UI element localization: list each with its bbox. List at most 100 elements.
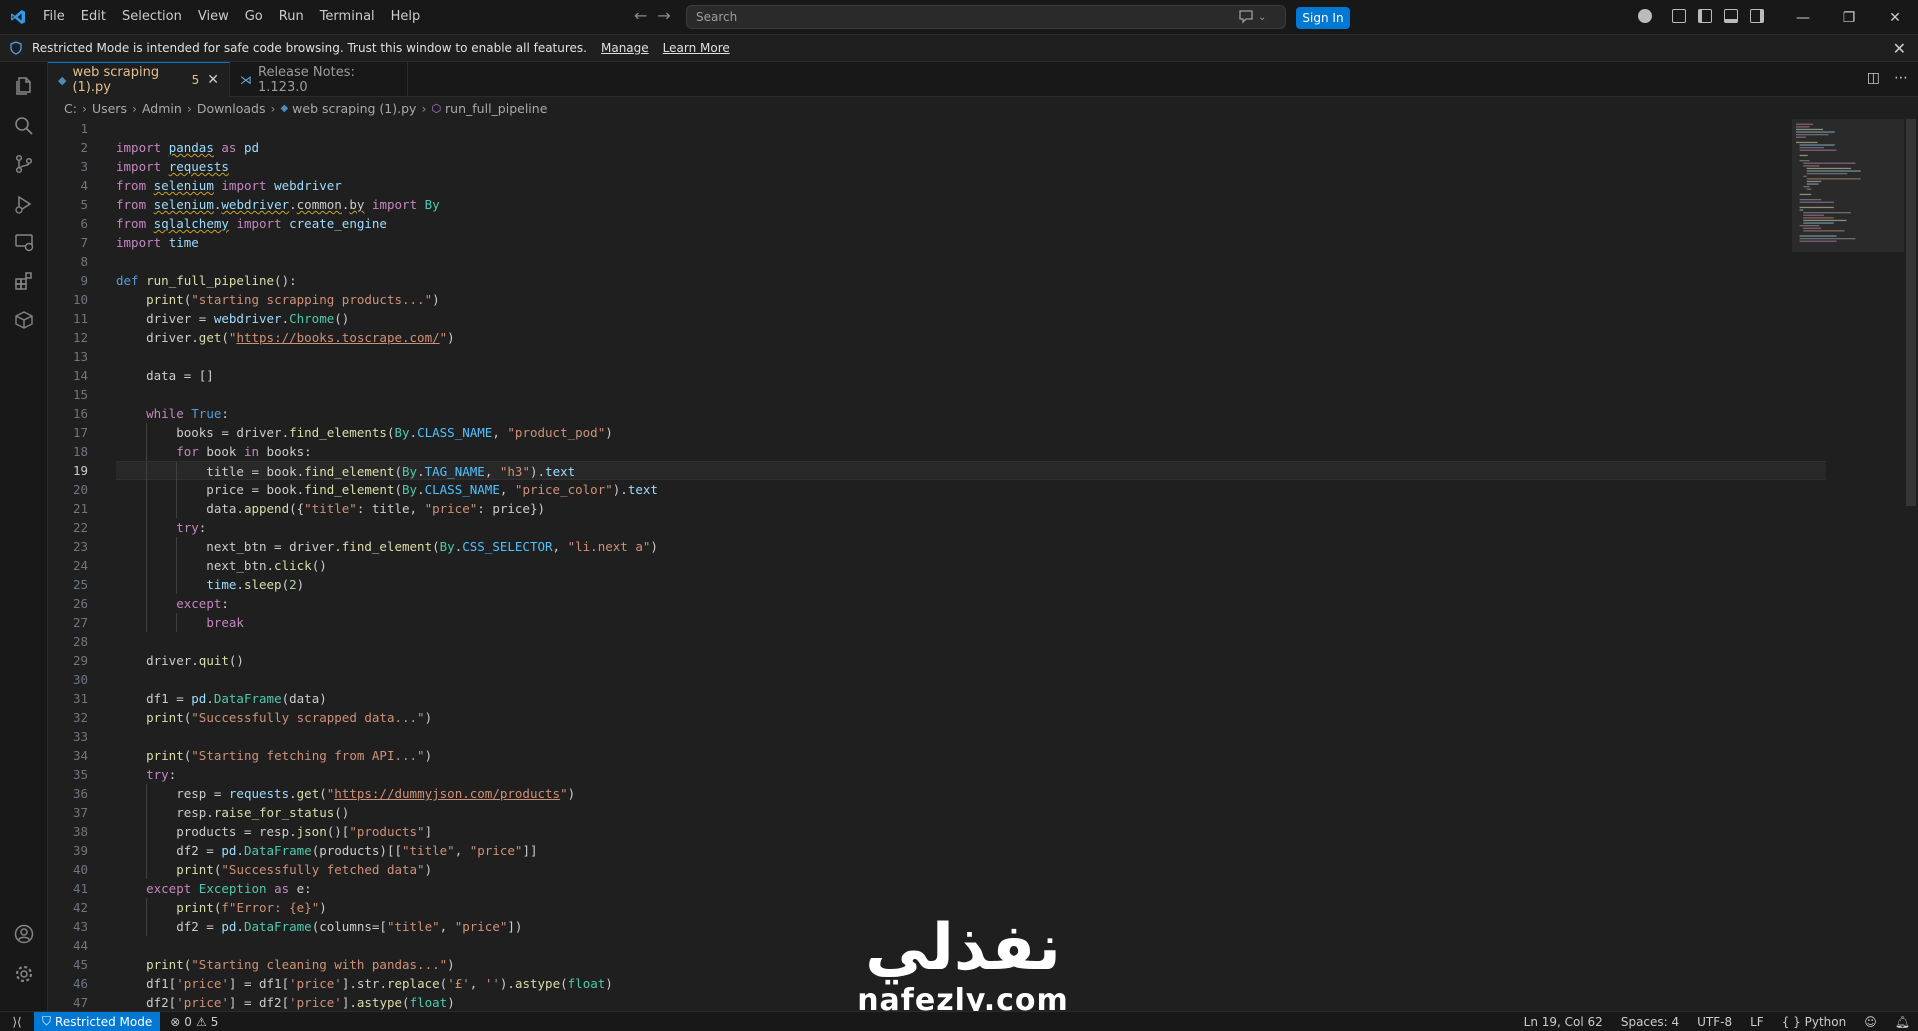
breadcrumb-item[interactable]: Downloads — [197, 101, 266, 116]
code-line[interactable]: print("Starting fetching from API...") — [116, 746, 1826, 765]
close-tab-icon[interactable]: ✕ — [207, 72, 219, 88]
menu-run[interactable]: Run — [271, 5, 312, 29]
code-line[interactable]: driver.get("https://books.toscrape.com/"… — [116, 328, 1826, 347]
code-line[interactable]: def run_full_pipeline(): — [116, 271, 1826, 290]
more-actions-icon[interactable]: ⋯ — [1894, 70, 1908, 86]
sign-in-button[interactable]: Sign In — [1296, 7, 1350, 29]
source-control-icon[interactable] — [10, 150, 38, 178]
containers-icon[interactable] — [10, 306, 38, 334]
code-line[interactable]: next_btn = driver.find_element(By.CSS_SE… — [116, 537, 1826, 556]
code-line[interactable]: import requests — [116, 157, 1826, 176]
code-line[interactable]: print("Successfully scrapped data...") — [116, 708, 1826, 727]
learn-more-link[interactable]: Learn More — [663, 41, 730, 55]
breadcrumb-item[interactable]: Admin — [142, 101, 182, 116]
code-line[interactable]: data.append({"title": title, "price": pr… — [116, 499, 1826, 518]
code-line[interactable] — [116, 385, 1826, 404]
minimize-icon[interactable]: — — [1780, 0, 1826, 35]
close-window-icon[interactable]: ✕ — [1872, 0, 1918, 35]
breadcrumb-item[interactable]: web scraping (1).py — [292, 101, 416, 116]
code-line[interactable]: from selenium import webdriver — [116, 176, 1826, 195]
code-editor[interactable]: 1 2 3 4 5 6 7 8 9 10 11 12 13 14 15 16 17 18 19 20 21 22 23 24 2… — [48, 119, 1918, 1011]
copilot-status-icon[interactable]: ☺ — [1864, 1015, 1877, 1029]
notifications-bell-icon[interactable]: 🔔︎ — [1895, 1015, 1910, 1029]
code-line[interactable]: time.sleep(2) — [116, 575, 1826, 594]
end-of-line[interactable]: LF — [1750, 1015, 1764, 1029]
accounts-icon[interactable] — [10, 920, 38, 948]
code-line[interactable]: data = [] — [116, 366, 1826, 385]
code-line[interactable]: from sqlalchemy import create_engine — [116, 214, 1826, 233]
code-line[interactable]: while True: — [116, 404, 1826, 423]
code-line[interactable]: resp = requests.get("https://dummyjson.c… — [116, 784, 1826, 803]
code-line[interactable]: price = book.find_element(By.CLASS_NAME,… — [116, 480, 1826, 499]
scrollbar-thumb[interactable] — [1906, 119, 1916, 506]
breadcrumb-item[interactable]: Users — [92, 101, 127, 116]
code-line[interactable]: driver = webdriver.Chrome() — [116, 309, 1826, 328]
toggle-panel-icon[interactable] — [1724, 9, 1738, 23]
toggle-secondary-sidebar-icon[interactable] — [1750, 9, 1764, 23]
code-line[interactable]: products = resp.json()["products"] — [116, 822, 1826, 841]
menu-selection[interactable]: Selection — [114, 5, 190, 29]
code-line[interactable]: try: — [116, 765, 1826, 784]
remote-explorer-icon[interactable] — [10, 228, 38, 256]
code-line[interactable]: try: — [116, 518, 1826, 537]
code-line[interactable]: for book in books: — [116, 442, 1826, 461]
menu-go[interactable]: Go — [237, 5, 271, 29]
manage-link[interactable]: Manage — [601, 41, 649, 55]
breadcrumb-item[interactable]: C: — [64, 101, 77, 116]
split-editor-icon[interactable]: ◫ — [1867, 70, 1880, 86]
menu-edit[interactable]: Edit — [73, 5, 114, 29]
code-line[interactable]: except: — [116, 594, 1826, 613]
menu-view[interactable]: View — [190, 5, 237, 29]
code-line[interactable] — [116, 670, 1826, 689]
search-icon[interactable] — [10, 112, 38, 140]
code-line[interactable]: resp.raise_for_status() — [116, 803, 1826, 822]
chat-button[interactable]: ⌄ — [1238, 8, 1278, 26]
minimap-viewport[interactable] — [1792, 119, 1904, 252]
tab-web-scraping[interactable]: ◆ web scraping (1).py 5 ✕ — [48, 62, 230, 97]
run-debug-icon[interactable] — [10, 190, 38, 218]
code-line[interactable]: import pandas as pd — [116, 138, 1826, 157]
files-icon[interactable] — [10, 72, 38, 100]
code-line[interactable] — [116, 727, 1826, 746]
code-line[interactable]: df2 = pd.DataFrame(products)[["title", "… — [116, 841, 1826, 860]
forward-arrow-icon[interactable]: → — [657, 6, 670, 25]
code-line[interactable]: print("Successfully fetched data") — [116, 860, 1826, 879]
menu-help[interactable]: Help — [383, 5, 429, 29]
code-content[interactable]: import pandas as pd import requests from s… — [116, 119, 1826, 1011]
code-line[interactable]: books = driver.find_elements(By.CLASS_NA… — [116, 423, 1826, 442]
indentation[interactable]: Spaces: 4 — [1621, 1015, 1679, 1029]
vertical-scrollbar[interactable] — [1904, 119, 1918, 1011]
customize-layout-icon[interactable] — [1672, 9, 1686, 23]
cursor-position[interactable]: Ln 19, Col 62 — [1524, 1015, 1603, 1029]
minimap[interactable] — [1792, 119, 1904, 1011]
gear-icon[interactable] — [10, 960, 38, 988]
encoding[interactable]: UTF-8 — [1697, 1015, 1732, 1029]
restore-icon[interactable]: ❐ — [1826, 0, 1872, 35]
command-center-search[interactable]: Search — [686, 5, 1286, 29]
problems-indicator[interactable]: ⊗ 0 ⚠ 5 — [170, 1015, 218, 1029]
code-line[interactable]: print("starting scrapping products...") — [116, 290, 1826, 309]
remote-indicator-icon[interactable]: ⟩⟨ — [0, 1012, 34, 1031]
breadcrumb-item[interactable]: run_full_pipeline — [445, 101, 547, 116]
tab-release-notes[interactable]: ⋊ Release Notes: 1.123.0 — [230, 62, 408, 97]
code-line[interactable]: df1 = pd.DataFrame(data) — [116, 689, 1826, 708]
extensions-icon[interactable] — [10, 267, 38, 295]
menu-file[interactable]: File — [35, 5, 73, 29]
code-line[interactable] — [116, 347, 1826, 366]
code-line[interactable]: break — [116, 613, 1826, 632]
back-arrow-icon[interactable]: ← — [634, 6, 647, 25]
toggle-primary-sidebar-icon[interactable] — [1698, 9, 1712, 23]
menu-terminal[interactable]: Terminal — [312, 5, 383, 29]
code-line[interactable] — [116, 252, 1826, 271]
code-line[interactable]: from selenium.webdriver.common.by import… — [116, 195, 1826, 214]
restricted-mode-indicator[interactable]: ⛉ Restricted Mode — [34, 1011, 161, 1031]
code-line[interactable]: driver.quit() — [116, 651, 1826, 670]
copilot-icon[interactable] — [1638, 9, 1652, 23]
language-mode[interactable]: { } Python — [1782, 1015, 1847, 1029]
close-icon[interactable]: ✕ — [1893, 39, 1906, 58]
code-line[interactable] — [116, 632, 1826, 651]
code-line[interactable] — [116, 119, 1826, 138]
code-line[interactable]: import time — [116, 233, 1826, 252]
code-line[interactable]: title = book.find_element(By.TAG_NAME, "… — [116, 461, 1826, 481]
code-line[interactable]: except Exception as e: — [116, 879, 1826, 898]
